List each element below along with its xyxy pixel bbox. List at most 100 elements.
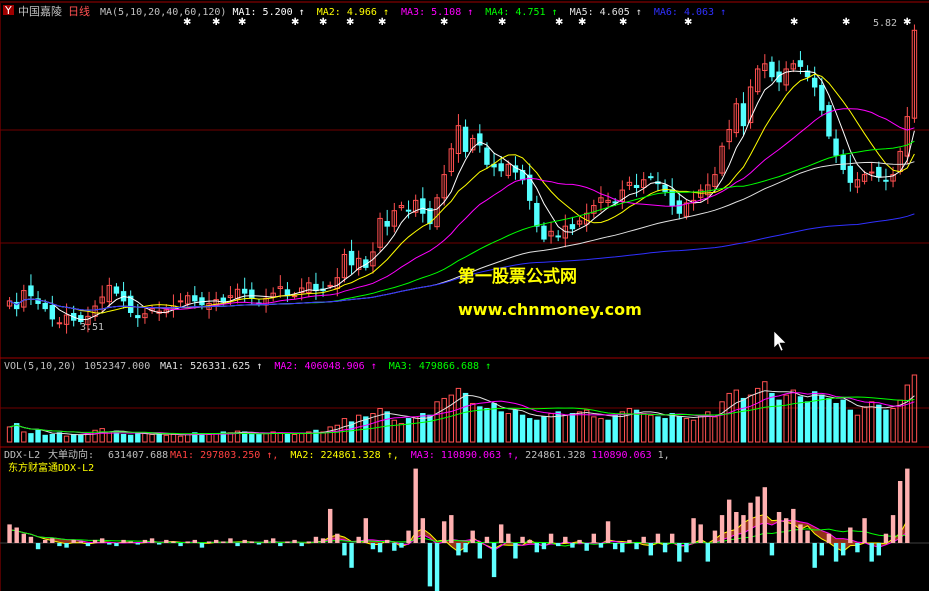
candle-body bbox=[177, 300, 184, 303]
volume-bar bbox=[740, 397, 747, 443]
volume-bar bbox=[70, 433, 77, 443]
ddx-bar bbox=[520, 536, 525, 543]
ddx-bar bbox=[356, 536, 361, 543]
ddx-bar bbox=[648, 543, 654, 556]
ddx-tail-3: 1, bbox=[658, 450, 670, 461]
ddx-bar bbox=[470, 530, 475, 543]
volume-bar bbox=[477, 406, 483, 443]
ddx-bar bbox=[506, 533, 511, 543]
ddx-bar bbox=[14, 527, 19, 543]
vol-label: VOL(5,10,20) bbox=[4, 361, 76, 372]
ddx-bar bbox=[363, 518, 369, 543]
ddx-bar bbox=[819, 543, 825, 556]
legend-item-1: MA1: 5.200 ↑ bbox=[232, 7, 310, 18]
ddx-bar bbox=[349, 543, 354, 568]
volume-bar bbox=[199, 433, 205, 443]
ddx-tail-2: 110890.063 bbox=[591, 450, 657, 461]
ddx-bar bbox=[256, 543, 262, 545]
volume-bar bbox=[833, 402, 839, 443]
ddx-bar bbox=[99, 538, 105, 543]
chart-background bbox=[0, 0, 929, 591]
candle-body bbox=[740, 103, 747, 127]
legend-item-6: MA6: 4.063 ↑ bbox=[654, 7, 726, 18]
candle-body bbox=[833, 138, 839, 156]
ddx-bar bbox=[327, 508, 333, 543]
volume-bar bbox=[605, 419, 611, 443]
ddx-bar bbox=[748, 502, 753, 543]
ddx-bar bbox=[541, 543, 547, 550]
main-header: Y 中国嘉陵 日线 MA(5,10,20,40,60,120) MA1: 5.2… bbox=[3, 4, 726, 18]
ddx-bar bbox=[441, 521, 447, 543]
ddx-bar bbox=[171, 541, 176, 543]
candle-body bbox=[876, 166, 882, 178]
ddx-bar bbox=[862, 518, 867, 543]
ddx-bar bbox=[662, 543, 668, 553]
signal-star-icon: ✱ bbox=[291, 17, 299, 28]
legend-item-5: MA5: 4.605 ↑ bbox=[570, 7, 648, 18]
volume-bar bbox=[498, 411, 504, 443]
ddx-bar bbox=[563, 536, 568, 543]
ddx-bar bbox=[855, 543, 860, 553]
ddx-bar bbox=[263, 539, 269, 543]
ddx-bar bbox=[121, 539, 126, 543]
legend-item-3: MA3: 479866.688 ↑ bbox=[389, 361, 491, 372]
volume-bar bbox=[847, 409, 854, 443]
ddx-bar bbox=[42, 539, 48, 543]
ddx-bar bbox=[726, 499, 732, 543]
ddx-bar bbox=[876, 543, 882, 556]
candle-body bbox=[676, 200, 683, 214]
ddx-bar bbox=[627, 539, 632, 543]
volume-bar bbox=[156, 433, 162, 443]
candle-body bbox=[241, 288, 248, 294]
ddx-bar bbox=[484, 536, 490, 543]
volume-bar bbox=[405, 418, 412, 443]
volume-bar bbox=[633, 409, 640, 443]
ddx-bar bbox=[35, 543, 41, 550]
volume-bar bbox=[519, 414, 526, 443]
ddx-bar bbox=[370, 543, 376, 550]
candle-body bbox=[840, 154, 846, 170]
candle-body bbox=[555, 235, 561, 238]
ddx-bar bbox=[620, 543, 625, 553]
ddx-bar bbox=[691, 518, 696, 543]
candle-body bbox=[498, 163, 504, 172]
vol-ma-legend: MA1: 526331.625 ↑ MA2: 406048.906 ↑ MA3:… bbox=[160, 361, 491, 372]
ddx-bar bbox=[142, 539, 148, 543]
ddx-bar bbox=[57, 543, 62, 547]
signal-star-icon: ✱ bbox=[440, 17, 448, 28]
ddx-bar bbox=[278, 543, 283, 547]
ddx-bar bbox=[477, 543, 483, 559]
ddx-bar bbox=[570, 543, 575, 548]
candle-body bbox=[883, 179, 889, 182]
volume-bar bbox=[78, 434, 84, 443]
legend-item-2: MA2: 4.966 ↑ bbox=[317, 7, 395, 18]
ddx-bar bbox=[734, 512, 739, 543]
ddx-bar bbox=[85, 543, 91, 547]
volume-bar bbox=[256, 433, 262, 443]
ddx-name: 大单动向: bbox=[48, 448, 94, 461]
ddx-bar bbox=[555, 543, 561, 547]
volume-bar bbox=[655, 416, 661, 443]
ddx-bar bbox=[769, 543, 775, 556]
ddx-bar bbox=[684, 543, 689, 553]
candle-body bbox=[42, 302, 48, 310]
volume-bar bbox=[462, 392, 469, 443]
volume-bar bbox=[662, 418, 668, 443]
candle-body bbox=[313, 283, 319, 292]
ddx-bar bbox=[905, 468, 910, 543]
volume-bar bbox=[804, 401, 811, 443]
ddx-bar bbox=[7, 524, 12, 543]
volume-bar bbox=[526, 418, 533, 443]
candle-body bbox=[462, 126, 469, 152]
ddx-bar bbox=[178, 543, 183, 547]
ddx-bar bbox=[206, 541, 212, 543]
ddx-bar bbox=[292, 539, 297, 543]
period-label[interactable]: 日线 bbox=[68, 4, 90, 18]
ddx-bar bbox=[705, 543, 711, 562]
stock-chart[interactable]: ✱ ✱ ✱ ✱ ✱ ✱ ✱ ✱ ✱ ✱ ✱ ✱ ✱ ✱ ✱ ✱ Y 中国嘉陵 日线 MA(5,10,20,40… bbox=[0, 0, 929, 591]
watermark-url: www.chnmoney.com bbox=[458, 300, 642, 319]
ddx-bar bbox=[78, 541, 84, 543]
candle-body bbox=[49, 305, 56, 320]
volume-bar bbox=[840, 399, 846, 443]
volume-bar bbox=[384, 411, 390, 443]
